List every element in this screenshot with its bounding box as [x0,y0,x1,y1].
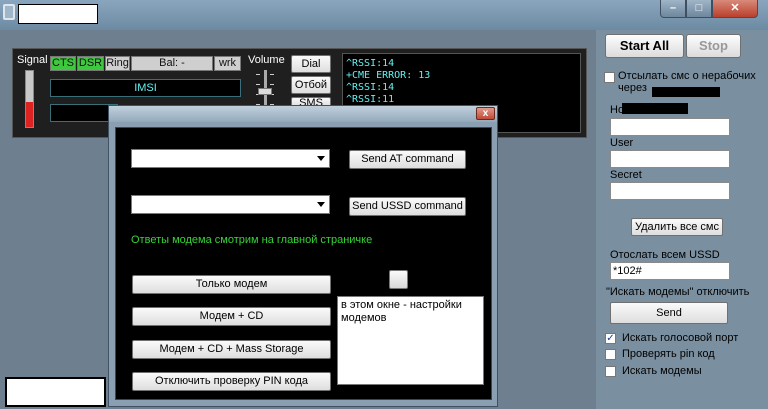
check-pin-checkbox[interactable] [605,349,616,360]
ussd-input[interactable]: *102# [610,262,730,280]
send-ussd-command-button[interactable]: Send USSD command [349,197,466,216]
number-input[interactable] [610,118,730,136]
log-line: ^RSSI:14 [346,58,395,69]
dialog-info-text: в этом окне - настройки модемов [337,296,484,385]
chevron-down-icon [317,202,325,207]
delete-all-sms-button[interactable]: Удалить все смс [631,218,723,236]
work-indicator: wrk [214,56,241,71]
volume-tick [256,84,260,85]
search-modems-label: Искать модемы [622,365,702,377]
log-line: ^RSSI:14 [346,82,395,93]
mode-modem-only-button[interactable]: Только модем [132,275,331,294]
cts-indicator: CTS [50,56,76,71]
at-command-combo[interactable] [131,149,330,168]
redacted-block [652,87,720,97]
search-modems-checkbox[interactable] [605,366,616,377]
volume-slider-thumb[interactable] [258,88,272,95]
hangup-button[interactable]: Отбой [291,76,331,94]
user-label: User [610,137,634,149]
user-input[interactable] [610,150,730,168]
secret-label: Secret [610,169,642,181]
balance-indicator: Bal: - [131,56,213,71]
dsr-indicator: DSR [77,56,104,71]
option-square-button[interactable] [389,270,408,289]
ussd-label: Отослать всем USSD [610,249,720,261]
window-controls: – □ ✕ [660,0,768,18]
chevron-down-icon [317,156,325,161]
disable-pin-check-button[interactable]: Отключить проверку PIN кода [132,372,331,391]
volume-tick [256,74,260,75]
volume-label: Volume [248,54,285,66]
mode-modem-cd-button[interactable]: Модем + CD [132,307,331,326]
stop-button[interactable]: Stop [686,34,741,58]
voice-port-checkbox[interactable]: ✓ [605,333,616,344]
dialog-title-bar [109,106,497,122]
ussd-command-combo[interactable] [131,195,330,214]
volume-tick [270,74,274,75]
ring-indicator: Ring [105,56,130,71]
start-all-button[interactable]: Start All [605,34,684,58]
dial-button[interactable]: Dial [291,55,331,73]
redacted-block [5,377,106,407]
signal-label: Signal [17,54,48,66]
close-button[interactable]: ✕ [712,0,758,18]
volume-tick [270,84,274,85]
search-modems-hint: "Искать модемы" отключить [606,286,750,298]
redacted-title [18,4,98,24]
signal-level-fill [26,102,33,127]
send-at-button[interactable]: Send AT command [349,150,466,169]
maximize-button[interactable]: □ [686,0,712,18]
phone-icon [3,4,15,20]
send-sms-offline-checkbox[interactable] [604,72,615,83]
voice-port-label: Искать голосовой порт [622,332,739,344]
imsi-field: IMSI [50,79,241,97]
redacted-block [622,103,688,114]
check-pin-label: Проверять pin код [622,348,715,360]
log-line: +CME ERROR: 13 [346,70,431,81]
dialog-note: Ответы модема смотрим на главной странич… [131,234,373,246]
secret-input[interactable] [610,182,730,200]
mode-modem-cd-storage-button[interactable]: Модем + CD + Mass Storage [132,340,331,359]
title-bar [0,0,768,30]
minimize-button[interactable]: – [660,0,686,18]
dialog-close-button[interactable]: x [476,107,495,120]
send-ussd-button[interactable]: Send [610,302,728,324]
